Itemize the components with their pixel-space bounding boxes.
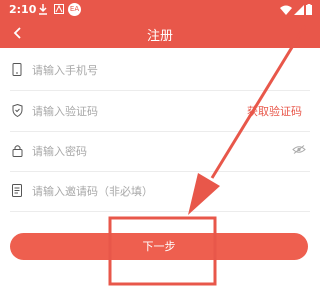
get-code-button[interactable]: 获取验证码	[247, 103, 302, 119]
shield-icon	[12, 104, 23, 117]
invite-doc-icon	[12, 184, 22, 197]
page-title: 注册	[146, 29, 173, 44]
password-input[interactable]: 请输入密码	[32, 143, 87, 159]
eye-hidden-icon[interactable]	[292, 145, 306, 154]
status-time: 2:10	[9, 3, 37, 16]
phone-input[interactable]: 请输入手机号	[32, 62, 98, 78]
status-badge: EA	[68, 3, 81, 16]
verification-code-input[interactable]: 请输入验证码	[32, 103, 98, 119]
next-button[interactable]: 下一步	[10, 233, 308, 260]
phone-row[interactable]: 请输入手机号	[10, 50, 310, 91]
status-bar: 2:10 EA	[0, 0, 320, 20]
download-icon	[39, 4, 47, 15]
wifi-icon	[280, 5, 292, 15]
signal-icon	[294, 5, 304, 15]
invite-code-input[interactable]: 请输入邀请码（非必填）	[32, 183, 153, 199]
invite-code-row[interactable]: 请输入邀请码（非必填）	[10, 171, 310, 212]
app-header: 注册	[0, 20, 320, 48]
notification-icon	[54, 4, 64, 14]
verification-code-row[interactable]: 请输入验证码 获取验证码	[10, 91, 310, 132]
battery-icon	[306, 4, 312, 15]
lock-icon	[12, 145, 23, 157]
phone-icon	[12, 63, 22, 76]
password-row[interactable]: 请输入密码	[10, 131, 310, 172]
